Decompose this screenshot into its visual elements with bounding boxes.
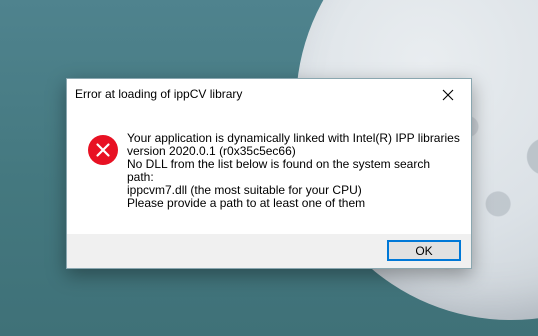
error-dialog: Error at loading of ippCV library Your a… xyxy=(66,78,472,269)
error-icon xyxy=(88,135,118,165)
message-line: Please provide a path to at least one of… xyxy=(127,196,366,210)
dialog-content: Your application is dynamically linked w… xyxy=(67,110,471,236)
close-button[interactable] xyxy=(425,79,471,110)
ok-button[interactable]: OK xyxy=(387,240,461,261)
message-line: No DLL from the list below is found on t… xyxy=(127,157,431,171)
error-message: Your application is dynamically linked w… xyxy=(127,132,460,210)
dialog-titlebar[interactable]: Error at loading of ippCV library xyxy=(67,79,471,110)
dialog-footer: OK xyxy=(67,234,471,268)
dialog-title: Error at loading of ippCV library xyxy=(75,87,243,101)
close-icon xyxy=(442,89,454,100)
